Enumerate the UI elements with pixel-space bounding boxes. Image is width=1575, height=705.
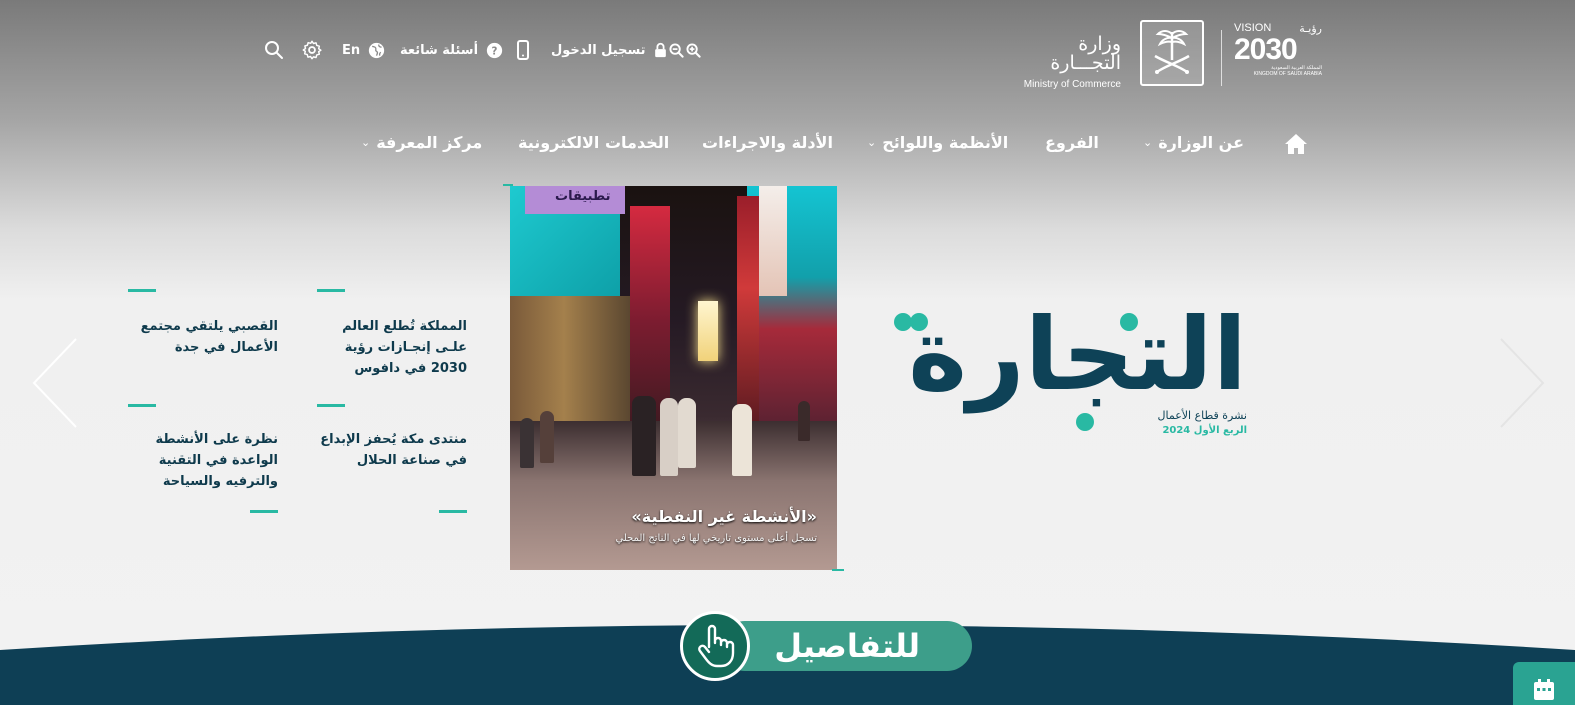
gear-icon <box>302 40 322 60</box>
nav-knowledge-center[interactable]: ⌄ مركز المعرفة <box>361 133 482 152</box>
news-title: القصبي يلتقي مجتمع الأعمال في جدة <box>140 319 278 355</box>
language-switch[interactable]: En <box>342 30 385 70</box>
cover-sign-text: تطبيقات <box>555 189 611 204</box>
cover-person <box>732 404 752 476</box>
nav-label: الخدمات الالكترونية <box>518 133 670 152</box>
chevron-down-icon: ⌄ <box>1143 136 1153 149</box>
faq-label: أسئلة شائعة <box>400 42 479 58</box>
cover-person <box>798 401 810 441</box>
logo-divider <box>1221 30 1222 86</box>
zoom-out-icon[interactable] <box>669 42 684 58</box>
news-divider <box>439 510 467 513</box>
mobile-app-link[interactable] <box>517 30 529 70</box>
mobile-icon <box>517 40 529 60</box>
pointer-hand-icon <box>680 611 750 681</box>
news-divider <box>128 289 156 292</box>
nav-label: الأدلة والاجراءات <box>702 133 833 152</box>
cover-headline: «الأنشطة غير النفطية» <box>631 507 817 526</box>
chevron-down-icon: ⌄ <box>867 136 877 149</box>
ministry-name: وزارة التجـــارة Ministry of Commerce <box>1013 33 1121 91</box>
question-circle-icon: ? <box>486 42 503 58</box>
news-title: نظرة على الأنشطة الواعدة في التقنية والت… <box>155 432 279 489</box>
nav-branches[interactable]: الفروع <box>1045 133 1099 152</box>
nav-label: الفروع <box>1045 133 1099 152</box>
vision-kingdom-en: KINGDOM OF SAUDI ARABIA <box>1253 71 1322 77</box>
cover-person <box>520 418 534 468</box>
cover-person <box>678 398 696 468</box>
news-title: منتدى مكة يُحفز الإبداع في صناعة الحلال <box>320 432 467 468</box>
lock-icon <box>654 42 666 58</box>
nav-e-services[interactable]: الخدمات الالكترونية <box>518 133 669 152</box>
globe-icon <box>368 42 385 58</box>
login-link[interactable]: تسجيل الدخول <box>551 30 667 70</box>
brand-subtitle-line2: الربع الأول 2024 <box>1162 425 1247 436</box>
nav-guides-procedures[interactable]: الأدلة والاجراءات <box>702 133 833 152</box>
news-item[interactable]: نظرة على الأنشطة الواعدة في التقنية والت… <box>128 404 278 492</box>
search-icon <box>265 41 283 59</box>
utility-bar: En أسئلة شائعة ? تسجيل الدخول <box>0 30 1575 70</box>
news-item[interactable]: المملكة تُطلع العالم علـى إنجـازات رؤية … <box>317 289 467 379</box>
svg-text:?: ? <box>492 46 498 57</box>
news-divider <box>317 289 345 292</box>
slider-next-arrow-icon[interactable] <box>1497 337 1547 429</box>
cover-tower <box>698 301 718 361</box>
search-button[interactable] <box>264 30 284 70</box>
news-divider <box>128 404 156 407</box>
calendar-icon <box>1534 679 1554 700</box>
cover-frame-accent <box>832 569 844 571</box>
cover-person <box>632 396 656 476</box>
saudi-emblem-icon <box>1140 20 1204 86</box>
ministry-name-en: Ministry of Commerce <box>1023 79 1121 90</box>
news-title: المملكة تُطلع العالم علـى إنجـازات رؤية … <box>342 319 467 376</box>
zoom-in-icon[interactable] <box>686 42 701 58</box>
nav-label: مركز المعرفة <box>376 133 483 152</box>
newsletter-cover-image[interactable]: تطبيقات «الأنشطة غير النفطية» تسجل أعلى … <box>510 186 837 570</box>
vision-ar: رؤيـة <box>1299 23 1322 35</box>
brand-subtitle: نشرة قطاع الأعمال الربع الأول 2024 <box>1158 409 1248 436</box>
nav-regulations[interactable]: ⌄ الأنظمة واللوائح <box>867 133 1008 152</box>
nav-label: الأنظمة واللوائح <box>882 133 1009 152</box>
nav-about-ministry[interactable]: ⌄ عن الوزارة <box>1143 133 1244 152</box>
cover-person <box>540 411 554 463</box>
ministry-logo[interactable]: وزارة التجـــارة Ministry of Commerce <box>1013 20 1213 90</box>
news-divider <box>317 404 345 407</box>
main-nav: ⌄ عن الوزارة الفروع ⌄ الأنظمة واللوائح ا… <box>0 125 1575 165</box>
nav-home[interactable] <box>1284 133 1308 155</box>
home-icon <box>1285 134 1307 154</box>
news-divider <box>250 510 278 513</box>
brand-subtitle-line1: نشرة قطاع الأعمال <box>1157 409 1248 422</box>
settings-button[interactable] <box>301 30 323 70</box>
details-button-label: للتفاصيل <box>774 627 920 665</box>
news-item[interactable]: القصبي يلتقي مجتمع الأعمال في جدة <box>128 289 278 358</box>
language-label: En <box>342 42 361 58</box>
calendar-button[interactable] <box>1513 662 1575 705</box>
news-item[interactable]: منتدى مكة يُحفز الإبداع في صناعة الحلال <box>317 404 467 471</box>
cover-subheadline: تسجل أعلى مستوى تاريخي لها في الناتج الم… <box>615 533 817 544</box>
newsletter-brand: التجارة نشرة قطاع الأعمال الربع الأول 20… <box>882 296 1249 445</box>
ministry-name-ar: وزارة التجـــارة <box>1050 33 1121 74</box>
nav-label: عن الوزارة <box>1158 133 1244 152</box>
cover-building-right2 <box>759 186 787 296</box>
chevron-down-icon: ⌄ <box>361 136 371 149</box>
zoom-controls <box>669 30 701 70</box>
vision-year: 2030 <box>1234 33 1298 66</box>
cover-person <box>660 398 678 476</box>
cover-building-right3 <box>737 196 759 426</box>
details-button[interactable]: للتفاصيل <box>680 611 972 683</box>
vision-2030-logo[interactable]: VISION رؤيـة 2030 المملكة العربية السعود… <box>1234 22 1322 86</box>
brand-title: التجارة <box>908 296 1249 413</box>
slider-prev-arrow-icon[interactable] <box>30 337 80 429</box>
faq-link[interactable]: أسئلة شائعة ? <box>400 30 503 70</box>
login-label: تسجيل الدخول <box>551 42 646 58</box>
